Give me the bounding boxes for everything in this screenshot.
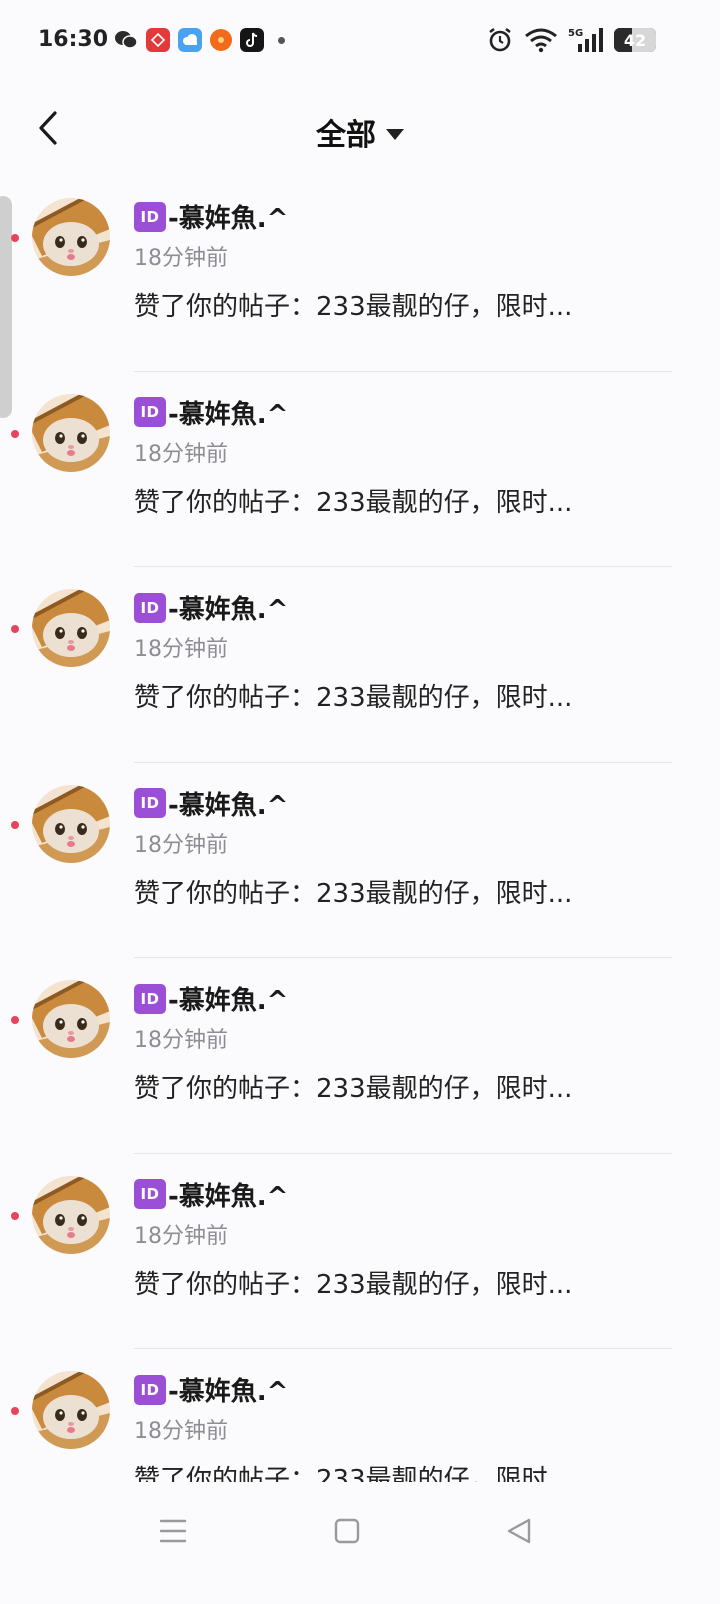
- avatar[interactable]: [32, 393, 110, 472]
- notification-message: 赞了你的帖子：233最靓的仔，限时...: [134, 1269, 573, 1300]
- unread-dot: [11, 1211, 19, 1220]
- user-name-row[interactable]: ID -慕姩魚.^: [134, 589, 288, 626]
- back-triangle-icon: [507, 1518, 531, 1544]
- system-icons: 5G 42: [486, 26, 656, 54]
- wechat-icon: [114, 28, 138, 52]
- unread-dot: [11, 625, 19, 633]
- home-square-icon: [334, 1518, 360, 1544]
- wifi-icon: [525, 28, 557, 53]
- status-time: 16:30: [38, 27, 109, 52]
- notification-message: 赞了你的帖子：233最靓的仔，限时...: [134, 487, 573, 518]
- avatar[interactable]: [32, 980, 110, 1058]
- signal-5g-icon: 5G: [568, 28, 603, 52]
- timestamp: 18分钟前: [134, 1223, 228, 1249]
- id-badge: ID: [134, 1179, 166, 1209]
- cat-avatar-icon: [32, 198, 110, 276]
- notification-app-icons: [114, 28, 285, 52]
- avatar[interactable]: [32, 1371, 110, 1449]
- notification-message: 赞了你的帖子：233最靓的仔，限时...: [134, 1074, 573, 1104]
- user-name-row[interactable]: ID -慕姩魚.^: [134, 394, 288, 431]
- id-badge: ID: [134, 983, 166, 1014]
- notification-item[interactable]: ID -慕姩魚.^ 18分钟前 赞了你的帖子：233最靓的仔，限时...: [0, 1154, 720, 1349]
- status-bar: 16:30 5G 42: [0, 0, 720, 80]
- user-name-row[interactable]: ID -慕姩魚.^: [134, 980, 288, 1017]
- unread-dot: [11, 429, 19, 438]
- notification-item[interactable]: ID -慕姩魚.^ 18分钟前 赞了你的帖子：233最靓的仔，限时...: [0, 372, 720, 567]
- notification-message: 赞了你的帖子：233最靓的仔，限时...: [134, 878, 573, 909]
- cat-avatar-icon: [32, 784, 110, 863]
- cat-avatar-icon: [32, 1371, 110, 1449]
- cat-avatar-icon: [32, 393, 110, 472]
- id-badge: ID: [134, 592, 166, 623]
- notification-list: ID -慕姩魚.^ 18分钟前 赞了你的帖子：233最靓的仔，限时... ID …: [0, 176, 720, 1482]
- user-name-row[interactable]: ID -慕姩魚.^: [134, 1176, 288, 1213]
- avatar[interactable]: [32, 589, 110, 667]
- filter-dropdown[interactable]: 全部: [0, 110, 720, 154]
- unread-dot: [11, 234, 19, 242]
- timestamp: 18分钟前: [134, 637, 228, 662]
- svg-text:5G: 5G: [568, 28, 583, 39]
- pinduoduo-icon: [146, 28, 170, 52]
- user-name: -慕姩魚.^: [168, 790, 289, 821]
- battery-icon: 42: [614, 28, 656, 52]
- notification-message: 赞了你的帖子：233最靓的仔，限时...: [134, 683, 573, 713]
- notification-item[interactable]: ID -慕姩魚.^ 18分钟前 赞了你的帖子：233最靓的仔，限时...: [0, 567, 720, 763]
- home-button[interactable]: [322, 1506, 372, 1556]
- notification-item[interactable]: ID -慕姩魚.^ 18分钟前 赞了你的帖子：233最靓的仔，限时...: [0, 176, 720, 372]
- unread-dot: [11, 1016, 19, 1024]
- user-name-row[interactable]: ID -慕姩魚.^: [134, 785, 288, 822]
- id-badge: ID: [134, 201, 166, 232]
- caret-down-icon: [386, 128, 404, 140]
- timestamp: 18分钟前: [134, 1028, 228, 1053]
- cat-avatar-icon: [32, 980, 110, 1058]
- notification-message: 赞了你的帖子：233最靓的仔，限时...: [134, 292, 573, 322]
- id-badge: ID: [134, 1374, 166, 1405]
- notification-item[interactable]: ID -慕姩魚.^ 18分钟前 赞了你的帖子：233最靓的仔，限时...: [0, 763, 720, 958]
- user-name: -慕姩魚.^: [168, 595, 289, 625]
- cat-avatar-icon: [32, 1175, 110, 1254]
- alarm-icon: [489, 27, 511, 52]
- user-name-row[interactable]: ID -慕姩魚.^: [134, 198, 288, 235]
- menu-icon: [159, 1519, 187, 1543]
- user-name: -慕姩魚.^: [168, 1181, 289, 1212]
- user-name-row[interactable]: ID -慕姩魚.^: [134, 1371, 288, 1408]
- user-name: -慕姩魚.^: [168, 1377, 289, 1407]
- system-nav-bar: [0, 1482, 720, 1604]
- user-name: -慕姩魚.^: [168, 204, 289, 234]
- user-name: -慕姩魚.^: [168, 986, 289, 1016]
- timestamp: 18分钟前: [134, 832, 228, 858]
- page-header: 全部: [0, 80, 720, 176]
- id-badge: ID: [134, 788, 166, 818]
- notification-item[interactable]: ID -慕姩魚.^ 18分钟前 赞了你的帖子：233最靓的仔，限时...: [0, 1349, 720, 1482]
- unread-dot: [11, 1407, 19, 1415]
- timestamp: 18分钟前: [134, 441, 228, 467]
- unread-dot: [11, 820, 19, 829]
- tiktok-icon: [240, 28, 264, 52]
- notification-item[interactable]: ID -慕姩魚.^ 18分钟前 赞了你的帖子：233最靓的仔，限时...: [0, 958, 720, 1154]
- more-notifications-dot: [278, 36, 285, 44]
- id-badge: ID: [134, 397, 166, 427]
- weather-icon: [178, 28, 202, 52]
- page-title: 全部: [316, 118, 376, 153]
- avatar[interactable]: [32, 1175, 110, 1254]
- timestamp: 18分钟前: [134, 1419, 228, 1444]
- avatar[interactable]: [32, 198, 110, 276]
- user-name: -慕姩魚.^: [168, 399, 289, 430]
- cat-avatar-icon: [32, 589, 110, 667]
- menu-button[interactable]: [148, 1506, 198, 1556]
- back-nav-button[interactable]: [494, 1506, 544, 1556]
- notification-message: 赞了你的帖子：233最靓的仔，限时...: [134, 1465, 573, 1482]
- timestamp: 18分钟前: [134, 246, 228, 271]
- battery-level: 42: [623, 30, 647, 50]
- avatar[interactable]: [32, 784, 110, 863]
- taobao-icon: [210, 29, 232, 51]
